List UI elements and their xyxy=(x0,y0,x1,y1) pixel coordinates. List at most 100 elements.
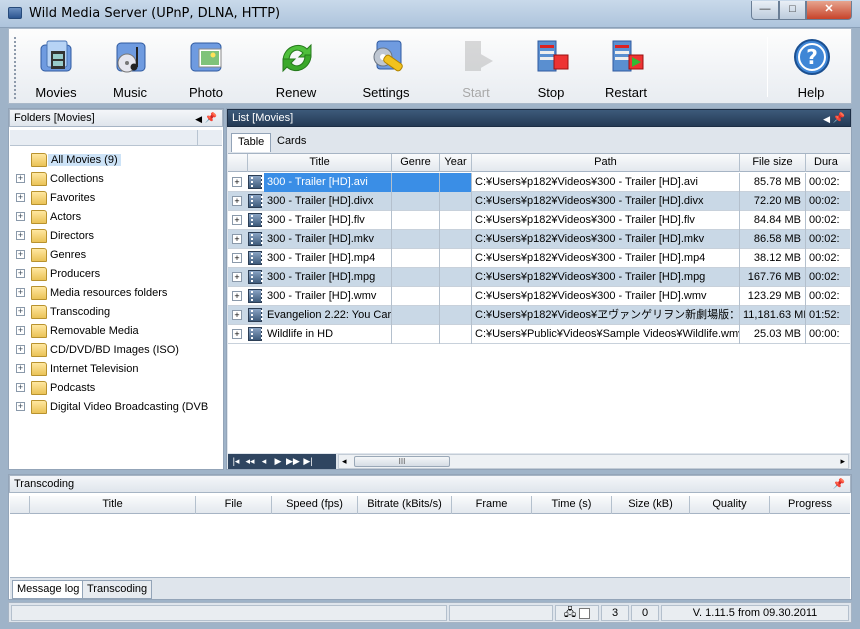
trans-col-time[interactable]: Time (s) xyxy=(532,496,612,514)
maximize-button[interactable]: □ xyxy=(779,1,806,20)
expand-icon[interactable]: + xyxy=(16,364,25,373)
tab-transcoding[interactable]: Transcoding xyxy=(82,580,153,599)
tree-node[interactable]: + Producers xyxy=(11,265,221,284)
folders-filter-row[interactable] xyxy=(10,130,222,146)
pin-icon[interactable]: 📌 xyxy=(833,477,845,493)
arrow-left-icon[interactable]: ◀ xyxy=(195,111,202,127)
toolbar-grip[interactable] xyxy=(14,37,17,99)
expand-icon[interactable]: + xyxy=(16,288,25,297)
help-button[interactable]: ? Help xyxy=(774,33,848,103)
expand-icon[interactable]: + xyxy=(16,345,25,354)
trans-col-frame[interactable]: Frame xyxy=(452,496,532,514)
scroll-right-icon[interactable]: ▸ xyxy=(840,455,845,468)
tree-node[interactable]: + Directors xyxy=(11,227,221,246)
cell-genre xyxy=(392,268,440,287)
column-file-size[interactable]: File size xyxy=(740,154,806,172)
column-duration[interactable]: Dura xyxy=(806,154,850,172)
expand-icon[interactable]: + xyxy=(232,291,242,301)
expand-icon[interactable]: + xyxy=(16,402,25,411)
expand-icon[interactable]: + xyxy=(232,177,242,187)
table-row[interactable]: +300 - Trailer [HD].flv C:¥Users¥p182¥Vid… xyxy=(228,211,850,230)
tree-node[interactable]: + Removable Media xyxy=(11,322,221,341)
nav-next-icon[interactable]: ▶ xyxy=(272,455,284,468)
nav-first-icon[interactable]: |◂ xyxy=(230,455,242,468)
checkbox-icon[interactable] xyxy=(579,607,591,619)
trans-col-file[interactable]: File xyxy=(196,496,272,514)
expand-icon[interactable]: + xyxy=(232,196,242,206)
trans-col-title[interactable]: Title xyxy=(30,496,196,514)
expand-icon[interactable]: + xyxy=(16,269,25,278)
expand-icon[interactable]: + xyxy=(16,250,25,259)
tab-table[interactable]: Table xyxy=(231,133,272,152)
cell-genre xyxy=(392,249,440,268)
column-genre[interactable]: Genre xyxy=(392,154,440,172)
photo-button[interactable]: Photo xyxy=(169,33,243,103)
trans-col-speed[interactable]: Speed (fps) xyxy=(272,496,358,514)
expand-icon[interactable]: + xyxy=(232,272,242,282)
table-row[interactable]: +300 - Trailer [HD].mkv C:¥Users¥p182¥Vid… xyxy=(228,230,850,249)
tree-node[interactable]: + Collections xyxy=(11,170,221,189)
expand-icon[interactable]: + xyxy=(16,212,25,221)
expand-icon[interactable]: + xyxy=(16,326,25,335)
start-button[interactable]: Start xyxy=(439,33,513,103)
expand-icon[interactable]: + xyxy=(16,174,25,183)
tree-node[interactable]: + Internet Television xyxy=(11,360,221,379)
tree-node[interactable]: + Actors xyxy=(11,208,221,227)
table-row[interactable]: + Evangelion 2.22: You Car C:¥Users¥p182¥V… xyxy=(228,306,850,325)
expand-icon[interactable]: + xyxy=(232,215,242,225)
expand-icon[interactable]: + xyxy=(16,383,25,392)
pin-icon[interactable]: 📌 xyxy=(833,111,845,127)
expand-icon[interactable]: + xyxy=(16,193,25,202)
table-row[interactable]: +300 - Trailer [HD].divx C:¥Users¥p182¥Vi… xyxy=(228,192,850,211)
tree-node[interactable]: All Movies (9) xyxy=(11,151,221,170)
nav-last-icon[interactable]: ▶| xyxy=(302,455,314,468)
nav-next-page-icon[interactable]: ▶▶ xyxy=(286,455,300,468)
renew-button[interactable]: Renew xyxy=(259,33,333,103)
table-row[interactable]: +300 - Trailer [HD].mpg C:¥Users¥p182¥Vid… xyxy=(228,268,850,287)
tree-node[interactable]: + Media resources folders xyxy=(11,284,221,303)
trans-col-bitrate[interactable]: Bitrate (kBits/s) xyxy=(358,496,452,514)
expand-icon[interactable]: + xyxy=(16,231,25,240)
column-path[interactable]: Path xyxy=(472,154,740,172)
tree-node[interactable]: + Genres xyxy=(11,246,221,265)
settings-button[interactable]: Settings xyxy=(349,33,423,103)
minimize-button[interactable]: — xyxy=(751,1,779,20)
column-title[interactable]: Title xyxy=(248,154,392,172)
trans-col-progress[interactable]: Progress xyxy=(770,496,850,514)
table-row[interactable]: +300 - Trailer [HD].avi C:¥Users¥p182¥Vid… xyxy=(228,173,850,192)
expand-icon[interactable]: + xyxy=(232,310,242,320)
expand-icon[interactable]: + xyxy=(16,307,25,316)
music-button[interactable]: Music xyxy=(93,33,167,103)
tab-cards[interactable]: Cards xyxy=(271,133,312,152)
horizontal-scrollbar[interactable]: ◂ III ▸ xyxy=(338,454,849,469)
movies-label: Movies xyxy=(35,85,77,100)
tree-node[interactable]: + Favorites xyxy=(11,189,221,208)
stop-button[interactable]: Stop xyxy=(514,33,588,103)
tree-node[interactable]: + CD/DVD/BD Images (ISO) xyxy=(11,341,221,360)
tree-node[interactable]: + Digital Video Broadcasting (DVB xyxy=(11,398,221,417)
tree-node[interactable]: + Podcasts xyxy=(11,379,221,398)
cell-year xyxy=(440,173,472,192)
nav-prev-page-icon[interactable]: ◂◂ xyxy=(244,455,256,468)
scroll-thumb[interactable]: III xyxy=(354,456,450,467)
tree-node[interactable]: + Transcoding xyxy=(11,303,221,322)
trans-col-size[interactable]: Size (kB) xyxy=(612,496,690,514)
column-year[interactable]: Year xyxy=(440,154,472,172)
pin-icon[interactable]: 📌 xyxy=(205,111,217,127)
arrow-left-icon[interactable]: ◀ xyxy=(823,111,830,127)
table-row[interactable]: +300 - Trailer [HD].mp4 C:¥Users¥p182¥Vid… xyxy=(228,249,850,268)
expand-icon[interactable]: + xyxy=(232,253,242,263)
expand-icon[interactable]: + xyxy=(232,234,242,244)
trans-col-quality[interactable]: Quality xyxy=(690,496,770,514)
movies-button[interactable]: Movies xyxy=(19,33,93,103)
table-row[interactable]: +300 - Trailer [HD].wmv C:¥Users¥p182¥Vid… xyxy=(228,287,850,306)
scroll-left-icon[interactable]: ◂ xyxy=(342,455,347,468)
tree-node-label: CD/DVD/BD Images (ISO) xyxy=(50,344,179,356)
table-row[interactable]: + Wildlife in HD C:¥Users¥Public¥Videos¥Sa… xyxy=(228,325,850,344)
nav-prev-icon[interactable]: ◂ xyxy=(258,455,270,468)
expand-icon[interactable]: + xyxy=(232,329,242,339)
restart-button[interactable]: Restart xyxy=(589,33,663,103)
cell-dur: 00:02: xyxy=(806,268,850,287)
tab-message-log[interactable]: Message log xyxy=(12,580,85,599)
close-button[interactable]: ✕ xyxy=(806,1,852,20)
